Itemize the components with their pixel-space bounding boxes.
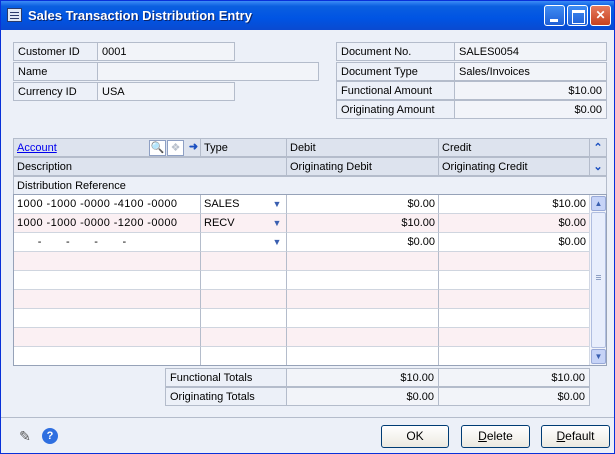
debit-header: Debit [286, 138, 439, 157]
default-label: efault [565, 429, 595, 443]
delete-button[interactable]: Delete [461, 425, 530, 448]
customer-id-label: Customer ID [13, 42, 98, 61]
document-type-field: Sales/Invoices [454, 62, 607, 81]
chevron-down-icon[interactable]: ▼ [270, 216, 284, 230]
name-field [97, 62, 319, 81]
help-icon[interactable]: ? [42, 428, 58, 444]
type-cell[interactable]: RECV ▼ [201, 214, 287, 233]
sales-distribution-window: Sales Transaction Distribution Entry ✕ C… [0, 0, 615, 454]
table-row[interactable]: 1000 -1000 -0000 -1200 -0000 RECV ▼ $10.0… [14, 214, 590, 233]
scroll-up-icon[interactable]: ▲ [591, 196, 606, 211]
minimize-button[interactable] [544, 5, 565, 26]
type-header: Type [200, 138, 287, 157]
default-accelerator: D [556, 429, 566, 443]
distribution-reference-header: Distribution Reference [13, 176, 607, 195]
chevron-down-icon[interactable]: ▼ [270, 197, 284, 211]
chevron-down-icon[interactable]: ▼ [270, 235, 284, 249]
originating-debit-total: $0.00 [286, 387, 439, 406]
debit-cell[interactable]: $0.00 [287, 195, 439, 214]
window-icon [7, 8, 22, 22]
account-cell[interactable]: 1000 -1000 -0000 -4100 -0000 [14, 195, 201, 214]
vertical-scrollbar[interactable]: ▲ ▼ [589, 195, 606, 365]
type-value: SALES [204, 198, 240, 210]
name-label: Name [13, 62, 98, 81]
expand-icon[interactable]: ❖ [167, 140, 184, 156]
type-cell[interactable]: SALES ▼ [201, 195, 287, 214]
expand-rows-button[interactable]: ⌄ [589, 157, 607, 176]
table-row[interactable] [14, 271, 590, 290]
table-row[interactable]: - - - - ▼ $0.00 $0.00 [14, 233, 590, 252]
credit-cell[interactable]: $0.00 [439, 233, 590, 252]
originating-debit-header: Originating Debit [286, 157, 439, 176]
document-no-label: Document No. [336, 42, 455, 61]
account-cell[interactable]: 1000 -1000 -0000 -1200 -0000 [14, 214, 201, 233]
originating-totals-label: Originating Totals [165, 387, 287, 406]
currency-id-field: USA [97, 82, 235, 101]
document-no-field: SALES0054 [454, 42, 607, 61]
customer-id-field: 0001 [97, 42, 235, 61]
table-row[interactable] [14, 252, 590, 271]
originating-credit-header: Originating Credit [438, 157, 590, 176]
magnifier-icon[interactable]: 🔍 [149, 140, 166, 156]
functional-amount-field: $10.00 [454, 81, 607, 100]
credit-cell[interactable]: $10.00 [439, 195, 590, 214]
scroll-thumb[interactable] [591, 212, 606, 348]
scroll-down-icon[interactable]: ▼ [591, 349, 606, 364]
functional-credit-total: $10.00 [438, 368, 590, 387]
footer-divider [1, 417, 614, 418]
window-title: Sales Transaction Distribution Entry [28, 8, 252, 23]
table-row[interactable] [14, 309, 590, 328]
functional-totals-label: Functional Totals [165, 368, 287, 387]
close-button[interactable]: ✕ [590, 5, 611, 26]
credit-header: Credit [438, 138, 590, 157]
account-header: Account 🔍 ❖ ➜ [13, 138, 201, 157]
originating-credit-total: $0.00 [438, 387, 590, 406]
credit-cell[interactable]: $0.00 [439, 214, 590, 233]
functional-debit-total: $10.00 [286, 368, 439, 387]
description-header: Description [13, 157, 287, 176]
account-cell[interactable]: - - - - [14, 233, 201, 252]
document-type-label: Document Type [336, 62, 455, 81]
delete-label: elete [486, 429, 513, 443]
title-bar: Sales Transaction Distribution Entry ✕ [1, 1, 614, 30]
originating-amount-label: Originating Amount [336, 100, 455, 119]
maximize-button[interactable] [567, 5, 588, 26]
table-row[interactable]: 1000 -1000 -0000 -4100 -0000 SALES ▼ $0.0… [14, 195, 590, 214]
default-button[interactable]: Default [541, 425, 610, 448]
delete-accelerator: D [478, 429, 487, 443]
note-icon[interactable]: ✎ [16, 428, 34, 444]
ok-button[interactable]: OK [381, 425, 449, 448]
debit-cell[interactable]: $10.00 [287, 214, 439, 233]
currency-id-label: Currency ID [13, 82, 98, 101]
table-row[interactable] [14, 290, 590, 309]
type-value: RECV [204, 217, 235, 229]
debit-cell[interactable]: $0.00 [287, 233, 439, 252]
table-row[interactable] [14, 328, 590, 347]
originating-amount-field: $0.00 [454, 100, 607, 119]
collapse-rows-button[interactable]: ⌃ [589, 138, 607, 157]
functional-amount-label: Functional Amount [336, 81, 455, 100]
distribution-grid: 1000 -1000 -0000 -4100 -0000 SALES ▼ $0.0… [13, 194, 607, 366]
table-row[interactable] [14, 347, 590, 365]
account-column-link[interactable]: Account [17, 142, 57, 154]
type-cell[interactable]: ▼ [201, 233, 287, 252]
